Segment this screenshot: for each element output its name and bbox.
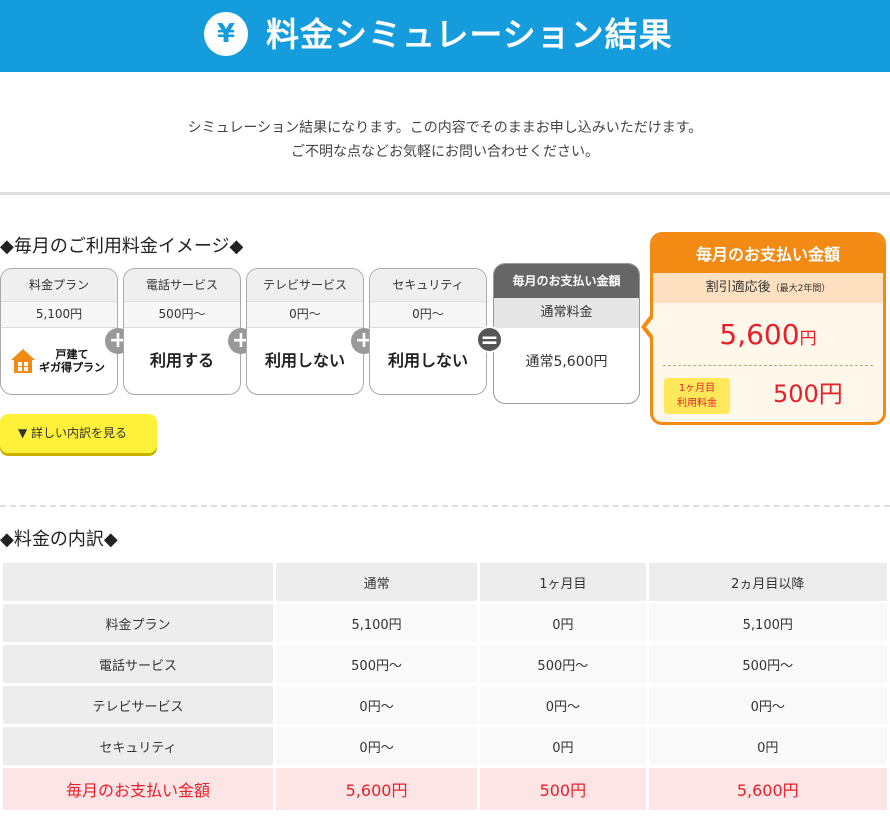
plan-name-line-2: ギガ得プラン [39, 361, 105, 374]
table-cell: 5,100円 [648, 604, 887, 642]
table-cell: 0円 [480, 727, 646, 765]
table-cell: 0円〜 [648, 686, 887, 724]
page-title: 料金シミュレーション結果 [266, 15, 673, 54]
first-month-amount: 500円 [773, 380, 843, 408]
table-row: セキュリティ 0円〜 0円 0円 [3, 727, 887, 765]
phone-service-card: 電話サービス 500円〜 利用する [123, 268, 241, 395]
row-label: セキュリティ [3, 727, 273, 765]
tv-card-value: 利用しない [264, 351, 345, 370]
house-icon [11, 349, 35, 373]
tv-service-card: テレビサービス 0円〜 利用しない [246, 268, 364, 395]
column-header-normal: 通常 [276, 563, 478, 601]
tv-card-price: 0円〜 [247, 301, 363, 328]
phone-card-title: 電話サービス [124, 269, 240, 301]
first-month-badge: 1ヶ月目 利用料金 [664, 378, 730, 414]
dashed-section-divider [0, 505, 890, 507]
table-cell: 500円〜 [480, 645, 646, 683]
intro-line-2: ご不明な点などお気軽にお問い合わせください。 [291, 144, 599, 160]
security-card-value: 利用しない [387, 351, 468, 370]
page-header: ¥ 料金シミュレーション結果 [0, 0, 890, 72]
yen-icon: ¥ [204, 12, 248, 56]
monthly-image-heading: ◆毎月のご利用料金イメージ◆ [0, 236, 244, 257]
column-header-first-month: 1ヶ月目 [480, 563, 646, 601]
total-cell: 5,600円 [648, 768, 887, 810]
total-row-label: 毎月のお支払い金額 [3, 768, 273, 810]
table-row: 電話サービス 500円〜 500円〜 500円〜 [3, 645, 887, 683]
discount-label-text: 割引適応後 [705, 280, 771, 295]
total-cell: 5,600円 [276, 768, 478, 810]
discounted-amount: 5,600円 [653, 303, 883, 365]
total-cell: 500円 [480, 768, 646, 810]
breakdown-heading: ◆料金の内訳◆ [0, 529, 118, 550]
table-cell: 0円 [480, 604, 646, 642]
table-cell: 0円 [648, 727, 887, 765]
discounted-amount-number: 5,600 [719, 318, 800, 351]
table-cell: 0円〜 [480, 686, 646, 724]
table-row: テレビサービス 0円〜 0円〜 0円〜 [3, 686, 887, 724]
normal-total-card: 毎月のお支払い金額 通常料金 通常5,600円 [493, 263, 640, 404]
phone-card-price: 500円〜 [124, 301, 240, 328]
total-card-value: 通常5,600円 [525, 354, 608, 370]
row-label: テレビサービス [3, 686, 273, 724]
table-cell: 500円〜 [276, 645, 478, 683]
security-card-title: セキュリティ [370, 269, 486, 301]
plan-name: 戸建て ギガ得プラン [39, 348, 105, 374]
row-label: 料金プラン [3, 604, 273, 642]
table-row: 料金プラン 5,100円 0円 5,100円 [3, 604, 887, 642]
section-divider [0, 192, 890, 195]
discount-label: 割引適応後（最大2年間） [653, 273, 883, 303]
tv-card-title: テレビサービス [247, 269, 363, 301]
payment-box-title: 毎月のお支払い金額 [653, 235, 883, 273]
plan-card: 料金プラン 5,100円 戸建て ギガ得プラン [0, 268, 118, 395]
intro-line-1: シミュレーション結果になります。この内容でそのままお申し込みいただけます。 [187, 120, 703, 136]
payment-amount-box: 毎月のお支払い金額 割引適応後（最大2年間） 5,600円 1ヶ月目 利用料金 … [650, 232, 886, 425]
discounted-amount-unit: 円 [799, 329, 817, 349]
callout-arrow-inner [646, 317, 654, 337]
table-header-row: 通常 1ヶ月目 2ヵ月目以降 [3, 563, 887, 601]
security-card: セキュリティ 0円〜 利用しない [369, 268, 487, 395]
row-label: 電話サービス [3, 645, 273, 683]
total-card-subtitle: 通常料金 [494, 298, 639, 328]
total-row: 毎月のお支払い金額 5,600円 500円 5,600円 [3, 768, 887, 810]
show-details-button[interactable]: ▼ 詳しい内訳を見る [0, 414, 157, 453]
table-cell: 0円〜 [276, 686, 478, 724]
column-header-after-second-month: 2ヵ月目以降 [648, 563, 887, 601]
security-card-price: 0円〜 [370, 301, 486, 328]
equals-icon: = [476, 326, 503, 353]
first-month-badge-line-1: 1ヶ月目 [678, 383, 716, 394]
total-card-title: 毎月のお支払い金額 [494, 264, 639, 298]
intro-text: シミュレーション結果になります。この内容でそのままお申し込みいただけます。 ご不… [0, 116, 890, 164]
plan-name-line-1: 戸建て [55, 348, 89, 361]
table-cell: 0円〜 [276, 727, 478, 765]
table-corner-cell [3, 563, 273, 601]
plan-card-title: 料金プラン [1, 269, 117, 301]
first-month-badge-line-2: 利用料金 [677, 398, 717, 409]
discount-note: （最大2年間） [770, 284, 831, 294]
table-cell: 5,100円 [276, 604, 478, 642]
breakdown-table: 通常 1ヶ月目 2ヵ月目以降 料金プラン 5,100円 0円 5,100円 電話… [0, 560, 890, 813]
table-cell: 500円〜 [648, 645, 887, 683]
phone-card-value: 利用する [149, 351, 214, 370]
plan-card-price: 5,100円 [1, 301, 117, 328]
